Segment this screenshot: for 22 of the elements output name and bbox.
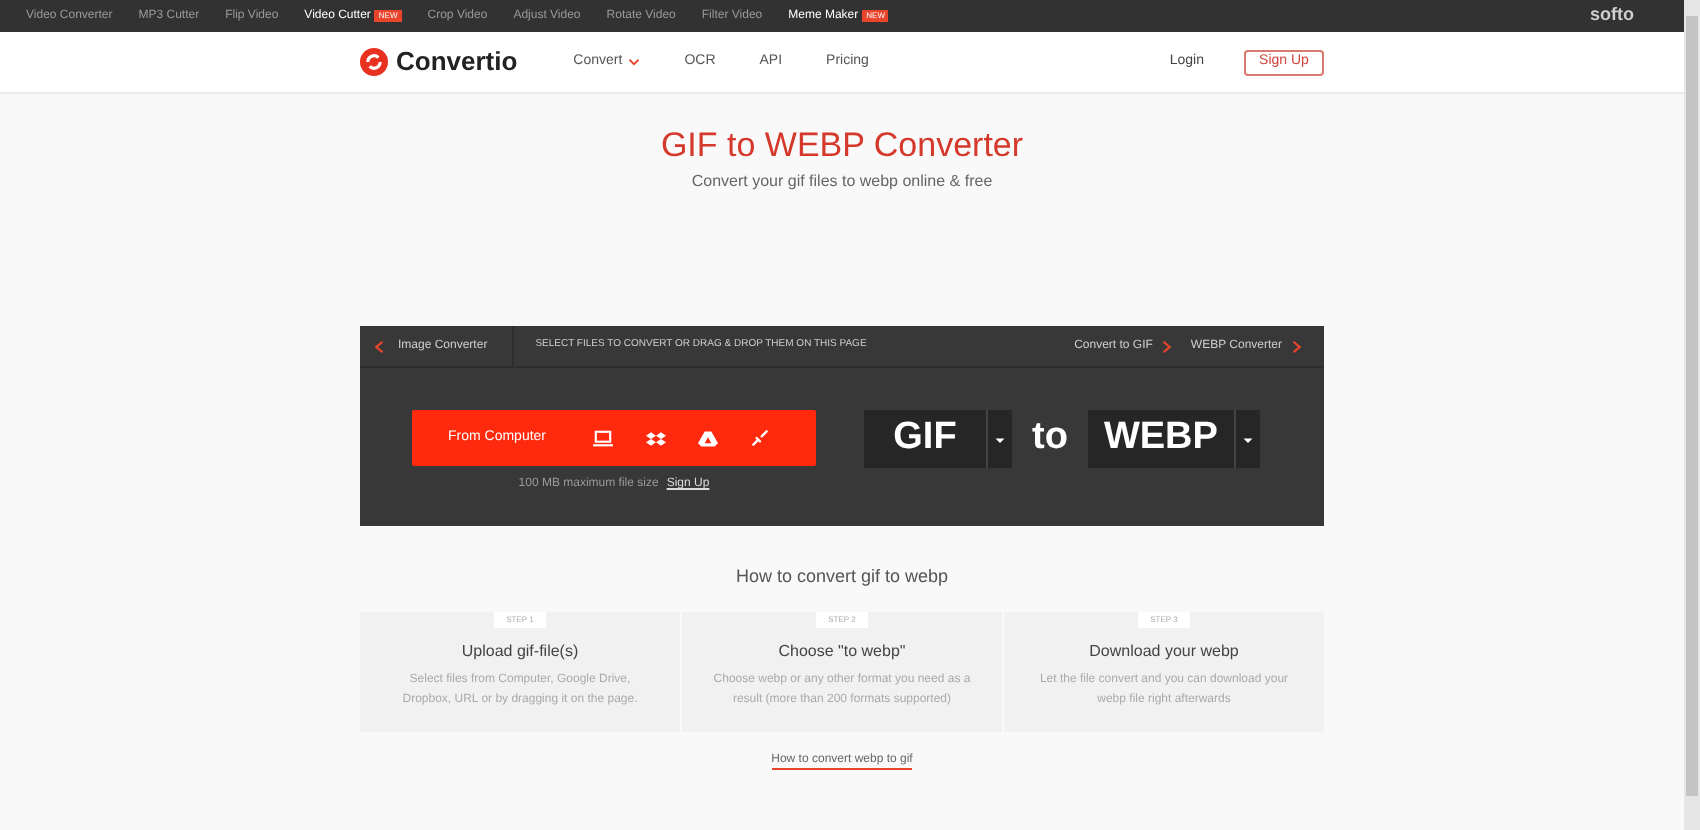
logo-text[interactable]: Convertio xyxy=(396,42,518,82)
chevron-icon xyxy=(1160,339,1175,353)
caret-icon xyxy=(1241,433,1254,445)
step-title: Download your webp xyxy=(1089,639,1239,663)
drive-icon[interactable] xyxy=(698,429,718,447)
dropbox-icon[interactable] xyxy=(646,429,666,447)
caret-icon xyxy=(994,433,1006,445)
step-title: Upload gif-file(s) xyxy=(461,639,579,663)
chevron-icon xyxy=(1290,339,1304,353)
section-heading: How to convert gif to webp xyxy=(733,564,951,590)
step-title: Choose "to webp" xyxy=(778,639,906,663)
back-chevron-icon xyxy=(372,339,386,353)
page-subtitle: Convert your gif files to webp online & free xyxy=(691,170,993,194)
laptop-icon[interactable] xyxy=(592,429,614,447)
logo-icon xyxy=(360,48,388,76)
to-label: to xyxy=(1032,414,1068,463)
chevron-icon xyxy=(628,56,641,68)
target-format-button[interactable]: WEBP xyxy=(1087,410,1234,468)
source-format-button[interactable]: GIF xyxy=(864,410,986,468)
brand-logo[interactable]: softo xyxy=(1590,2,1634,30)
link-icon[interactable] xyxy=(750,428,770,448)
page-title: GIF to WEBP Converter xyxy=(660,126,1024,166)
